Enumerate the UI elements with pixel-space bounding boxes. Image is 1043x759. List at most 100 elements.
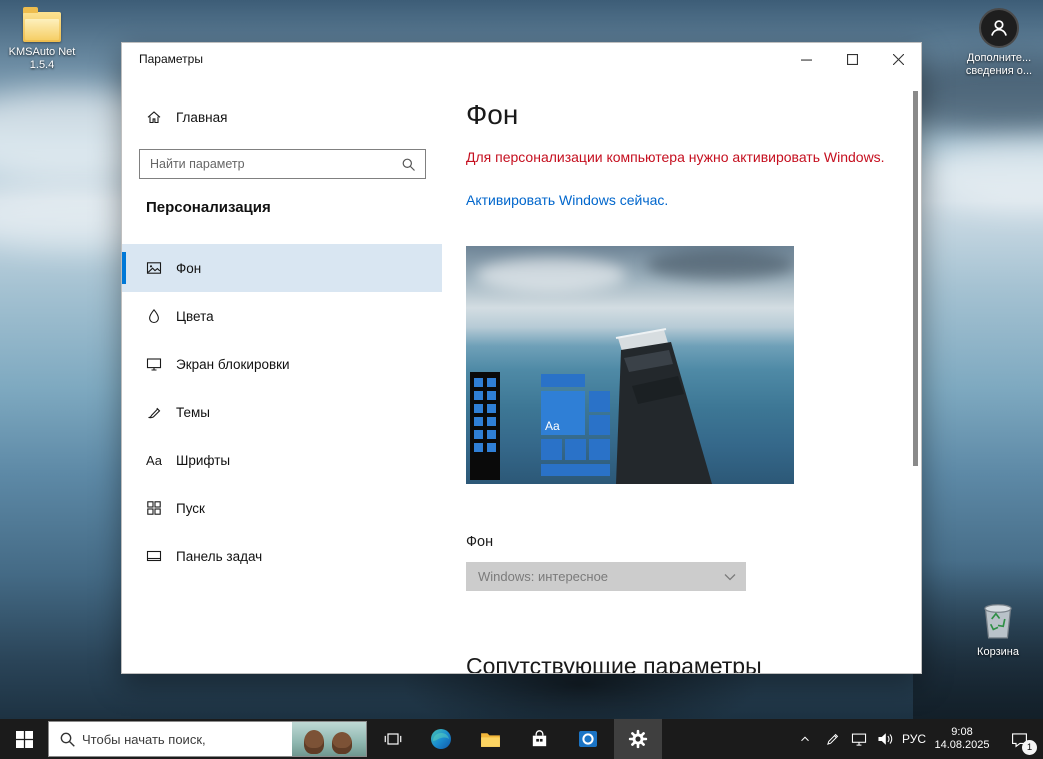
- brush-icon: [146, 404, 162, 420]
- mail-button[interactable]: [565, 719, 611, 759]
- sidebar-item-label: Фон: [176, 261, 201, 276]
- taskbar-icon: [146, 548, 162, 564]
- vertical-scrollbar[interactable]: [913, 91, 918, 466]
- edge-icon: [429, 727, 453, 751]
- sidebar-item-themes[interactable]: Темы: [122, 388, 442, 436]
- gear-icon: [627, 728, 649, 750]
- search-highlight-image[interactable]: [292, 722, 366, 756]
- chevron-up-icon: [798, 732, 812, 746]
- sidebar-item-lock-screen[interactable]: Экран блокировки: [122, 340, 442, 388]
- search-icon: [401, 157, 416, 172]
- network-button[interactable]: [846, 719, 872, 759]
- search-icon: [59, 731, 76, 748]
- clock-date: 14.08.2025: [934, 739, 989, 752]
- window-titlebar[interactable]: Параметры: [122, 43, 921, 75]
- desktop-icon-label: KMSAuto Net: [4, 46, 80, 59]
- preview-tile: [541, 374, 585, 387]
- desktop-icon-label: 1.5.4: [4, 59, 80, 72]
- settings-taskbar-button[interactable]: [614, 719, 662, 759]
- desktop-icon-recycle-bin[interactable]: Корзина: [960, 596, 1036, 659]
- background-dropdown-label: Фон: [466, 534, 493, 550]
- minimize-button[interactable]: [783, 43, 829, 75]
- network-icon: [850, 730, 868, 748]
- monitor-lock-icon: [146, 356, 162, 372]
- droplet-icon: [146, 308, 162, 324]
- background-dropdown: Windows: интересное: [466, 562, 746, 591]
- dropdown-selected-value: Windows: интересное: [478, 569, 724, 584]
- preview-tile-aa: Aa: [541, 391, 585, 435]
- sidebar-item-start[interactable]: Пуск: [122, 484, 442, 532]
- desktop: KMSAuto Net 1.5.4 Дополните... сведения …: [0, 0, 1043, 759]
- desktop-icon-label: сведения о...: [961, 65, 1037, 78]
- sidebar-item-label: Цвета: [176, 309, 214, 324]
- activate-windows-link[interactable]: Активировать Windows сейчас.: [466, 192, 668, 208]
- action-center-button[interactable]: 1: [998, 719, 1040, 759]
- settings-sidebar: Главная Персонализация: [122, 75, 442, 673]
- desktop-icon-info[interactable]: Дополните... сведения о...: [961, 8, 1037, 78]
- speaker-icon: [876, 730, 894, 748]
- cloud-shape: [920, 140, 1043, 210]
- desktop-icon-label: Дополните...: [961, 52, 1037, 65]
- fonts-icon: Aa: [146, 452, 162, 468]
- taskbar-search-box[interactable]: [48, 721, 367, 757]
- pier-graphic: [466, 246, 794, 484]
- tray-expand-button[interactable]: [792, 719, 818, 759]
- settings-content: Фон Для персонализации компьютера нужно …: [466, 75, 921, 673]
- sidebar-home-label: Главная: [176, 110, 227, 125]
- preview-tile: [589, 439, 610, 460]
- sidebar-item-label: Шрифты: [176, 453, 230, 468]
- preview-start-rail: [470, 372, 500, 480]
- folder-icon: [23, 12, 61, 42]
- language-label: РУС: [902, 732, 926, 746]
- close-button[interactable]: [875, 43, 921, 75]
- taskbar: РУС 9:08 14.08.2025 1: [0, 719, 1043, 759]
- windows-logo-icon: [16, 731, 33, 748]
- sidebar-item-label: Экран блокировки: [176, 357, 290, 372]
- outlook-icon: [577, 728, 599, 750]
- edge-button[interactable]: [418, 719, 464, 759]
- home-icon: [146, 109, 162, 125]
- sidebar-nav-list: Фон Цвета Экран бл: [122, 244, 442, 580]
- taskbar-search-input[interactable]: [82, 732, 292, 747]
- preview-tile: [589, 415, 610, 435]
- file-explorer-button[interactable]: [467, 719, 513, 759]
- notification-badge: 1: [1022, 740, 1037, 755]
- desktop-icon-kmsauto[interactable]: KMSAuto Net 1.5.4: [4, 12, 80, 72]
- sidebar-section-title: Персонализация: [146, 199, 271, 216]
- background-preview-image: Aa: [466, 246, 794, 484]
- person-icon: [979, 8, 1019, 48]
- preview-tile: [541, 439, 562, 460]
- sidebar-item-fonts[interactable]: Aa Шрифты: [122, 436, 442, 484]
- sidebar-item-label: Темы: [176, 405, 210, 420]
- store-button[interactable]: [516, 719, 562, 759]
- clock[interactable]: 9:08 14.08.2025: [932, 719, 992, 759]
- task-view-button[interactable]: [371, 719, 415, 759]
- tray-pen-button[interactable]: [820, 719, 845, 759]
- start-button[interactable]: [0, 719, 48, 759]
- settings-search-box[interactable]: [139, 149, 426, 179]
- sidebar-item-home[interactable]: Главная: [122, 99, 442, 135]
- sidebar-item-label: Пуск: [176, 501, 205, 516]
- store-bag-icon: [529, 729, 550, 750]
- recycle-bin-icon: [977, 596, 1019, 642]
- folder-icon: [479, 728, 502, 751]
- page-title: Фон: [466, 99, 518, 131]
- desktop-icon-label: Корзина: [960, 646, 1036, 659]
- preview-tile: [565, 439, 586, 460]
- maximize-button[interactable]: [829, 43, 875, 75]
- window-title: Параметры: [139, 52, 203, 66]
- window-controls: [783, 43, 921, 75]
- related-settings-title: Сопутствующие параметры: [466, 653, 762, 673]
- settings-window: Параметры Главн: [121, 42, 922, 674]
- sidebar-item-background[interactable]: Фон: [122, 244, 442, 292]
- activation-warning-text: Для персонализации компьютера нужно акти…: [466, 149, 896, 165]
- settings-search-input[interactable]: [140, 157, 401, 171]
- sidebar-item-taskbar[interactable]: Панель задач: [122, 532, 442, 580]
- volume-button[interactable]: [872, 719, 898, 759]
- language-indicator[interactable]: РУС: [896, 719, 932, 759]
- preview-tile: [541, 464, 610, 476]
- pen-icon: [824, 731, 841, 748]
- sidebar-item-colors[interactable]: Цвета: [122, 292, 442, 340]
- sidebar-item-label: Панель задач: [176, 549, 262, 564]
- preview-tile: [589, 391, 610, 412]
